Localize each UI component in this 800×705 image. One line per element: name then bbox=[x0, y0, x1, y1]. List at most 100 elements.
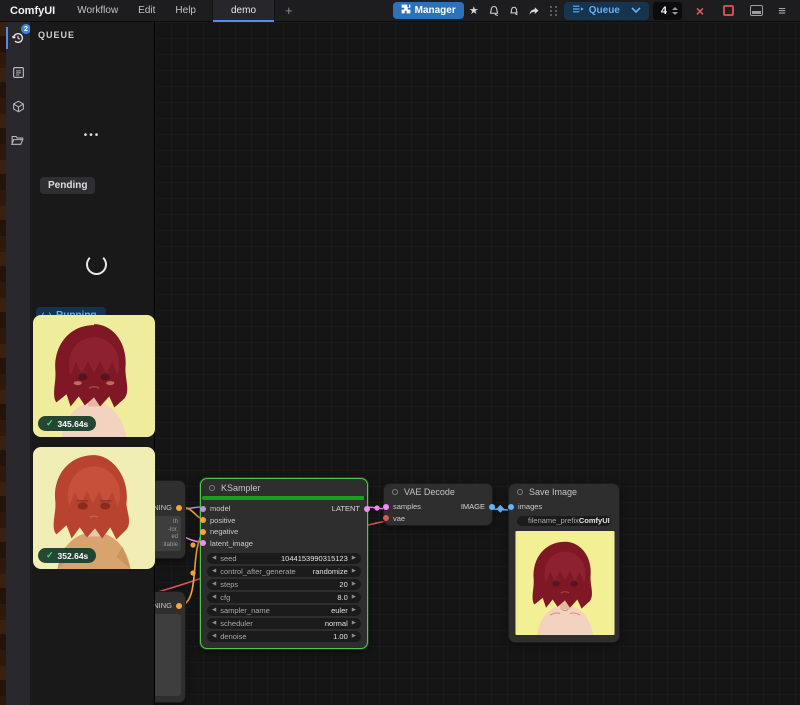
node-graph-canvas[interactable]: NNING th -lor, ed :itable NNING KSampler bbox=[155, 22, 800, 705]
increment-arrow-icon[interactable]: ▶ bbox=[352, 568, 356, 574]
sidebar-item-workflows[interactable] bbox=[6, 128, 30, 152]
check-icon: ✓ bbox=[46, 550, 54, 561]
increment-arrow-icon[interactable]: ▶ bbox=[352, 555, 356, 561]
menu-help[interactable]: Help bbox=[165, 5, 206, 16]
widget-steps[interactable]: ◀ steps 20 ▶ bbox=[207, 579, 361, 590]
widget-seed[interactable]: ◀ seed 1044153990315123 ▶ bbox=[207, 553, 361, 564]
decrement-arrow-icon[interactable]: ◀ bbox=[212, 633, 216, 639]
toolbar-drag-handle-icon[interactable] bbox=[550, 6, 558, 16]
decrement-arrow-icon[interactable]: ◀ bbox=[212, 594, 216, 600]
widget-sampler-name[interactable]: ◀ sampler_name euler ▶ bbox=[207, 605, 361, 616]
increment-arrow-icon[interactable]: ▶ bbox=[352, 594, 356, 600]
prompt-textarea[interactable] bbox=[155, 614, 181, 696]
collapse-dot-icon[interactable] bbox=[209, 485, 215, 491]
decrement-arrow-icon[interactable]: ◀ bbox=[212, 581, 216, 587]
sidebar-item-model-library[interactable] bbox=[6, 94, 30, 118]
saved-image-preview[interactable] bbox=[515, 531, 615, 635]
conditioning-output-slot[interactable] bbox=[176, 603, 182, 609]
hamburger-menu-button[interactable]: ≡ bbox=[772, 2, 792, 19]
latent-input-slot[interactable] bbox=[200, 540, 206, 546]
queue-button-label: Queue bbox=[589, 5, 620, 16]
save-image-header[interactable]: Save Image bbox=[509, 484, 619, 500]
clip-text-encode-node-partial[interactable]: NNING bbox=[155, 591, 186, 703]
puzzle-icon bbox=[401, 4, 411, 17]
model-input-slot[interactable] bbox=[200, 506, 206, 512]
increment-arrow-icon[interactable]: ▶ bbox=[352, 607, 356, 613]
bell-outline-icon[interactable] bbox=[504, 2, 524, 19]
ksampler-header[interactable]: KSampler bbox=[201, 479, 367, 496]
ksampler-node[interactable]: KSampler model positive negative bbox=[200, 478, 368, 649]
chevron-down-icon[interactable] bbox=[631, 5, 641, 16]
collapse-dot-icon[interactable] bbox=[392, 489, 398, 495]
clip-text-encode-node-partial[interactable]: NNING th -lor, ed :itable bbox=[155, 480, 186, 559]
increment-arrow-icon[interactable]: ▶ bbox=[352, 581, 356, 587]
input-negative[interactable]: negative bbox=[203, 526, 367, 538]
loading-spinner bbox=[86, 254, 107, 275]
link-midpoint-dot bbox=[190, 542, 195, 547]
conditioning-output-slot[interactable] bbox=[176, 505, 182, 511]
queue-result-item[interactable]: ✓ 352.64s bbox=[33, 447, 155, 569]
app-logo: ComfyUI bbox=[0, 5, 67, 17]
manager-label: Manager bbox=[415, 5, 456, 16]
clear-queue-button[interactable]: × bbox=[690, 2, 710, 19]
positive-input-slot[interactable] bbox=[200, 517, 206, 523]
manager-button[interactable]: Manager bbox=[393, 2, 464, 19]
vae-decode-node[interactable]: VAE Decode samples vae IMAGE bbox=[383, 483, 493, 526]
bottom-panel-toggle[interactable] bbox=[746, 2, 766, 19]
decrement-arrow-icon[interactable]: ◀ bbox=[212, 607, 216, 613]
widget-cfg[interactable]: ◀ cfg 8.0 ▶ bbox=[207, 592, 361, 603]
sidebar-item-node-library[interactable] bbox=[6, 60, 30, 84]
queue-list-icon bbox=[572, 4, 584, 17]
duration-badge: ✓ 352.64s bbox=[38, 548, 96, 563]
input-positive[interactable]: positive bbox=[203, 515, 367, 527]
workflow-tabstrip: demo + bbox=[212, 0, 303, 22]
bell-icon[interactable] bbox=[484, 2, 504, 19]
increment-arrow-icon[interactable]: ▶ bbox=[352, 620, 356, 626]
duration-text: 345.64s bbox=[58, 419, 89, 429]
queue-run-button[interactable]: Queue bbox=[564, 2, 649, 20]
new-workflow-button[interactable]: + bbox=[275, 0, 303, 22]
latent-output-slot[interactable] bbox=[364, 506, 370, 512]
queue-result-item[interactable]: ✓ 345.64s bbox=[33, 315, 155, 437]
output-image[interactable]: IMAGE bbox=[461, 501, 492, 513]
vae-input-slot[interactable] bbox=[383, 515, 389, 521]
link-midpoint-dot bbox=[190, 570, 195, 575]
save-image-node[interactable]: Save Image images filename_prefix ComfyU… bbox=[508, 483, 620, 643]
star-icon[interactable]: ★ bbox=[464, 2, 484, 19]
negative-input-slot[interactable] bbox=[200, 529, 206, 535]
batch-count-value: 4 bbox=[661, 5, 667, 17]
top-menubar: ComfyUI Workflow Edit Help demo + Manage… bbox=[0, 0, 800, 22]
node-title: Save Image bbox=[529, 487, 577, 497]
stepper-arrows-icon[interactable] bbox=[672, 7, 678, 15]
vae-decode-header[interactable]: VAE Decode bbox=[384, 484, 492, 500]
image-output-slot[interactable] bbox=[489, 504, 495, 510]
share-arrow-icon[interactable] bbox=[524, 2, 544, 19]
increment-arrow-icon[interactable]: ▶ bbox=[352, 633, 356, 639]
input-latent-image[interactable]: latent_image bbox=[203, 538, 367, 550]
decrement-arrow-icon[interactable]: ◀ bbox=[212, 568, 216, 574]
widget-denoise[interactable]: ◀ denoise 1.00 ▶ bbox=[207, 631, 361, 642]
sidebar-item-queue[interactable]: 2 bbox=[6, 26, 30, 50]
input-images[interactable]: images bbox=[511, 501, 619, 513]
widget-scheduler[interactable]: ◀ scheduler normal ▶ bbox=[207, 618, 361, 629]
widget-filename-prefix[interactable]: filename_prefix ComfyUI bbox=[517, 516, 611, 527]
link-midpoint-diamond bbox=[496, 505, 504, 513]
queue-overflow-dots[interactable]: ••• bbox=[30, 130, 154, 141]
decrement-arrow-icon[interactable]: ◀ bbox=[212, 555, 216, 561]
collapse-dot-icon[interactable] bbox=[517, 489, 523, 495]
conditioning-output-label: NNING bbox=[155, 601, 172, 610]
samples-input-slot[interactable] bbox=[383, 504, 389, 510]
decrement-arrow-icon[interactable]: ◀ bbox=[212, 620, 216, 626]
menu-edit[interactable]: Edit bbox=[128, 5, 165, 16]
output-latent[interactable]: LATENT bbox=[332, 503, 367, 515]
widget-control-after-generate[interactable]: ◀ control_after_generate randomize ▶ bbox=[207, 566, 361, 577]
prompt-textarea[interactable]: th -lor, ed :itable bbox=[155, 516, 181, 551]
images-input-slot[interactable] bbox=[508, 504, 514, 510]
menu-workflow[interactable]: Workflow bbox=[67, 5, 128, 16]
tab-demo[interactable]: demo bbox=[212, 0, 275, 22]
stop-button[interactable] bbox=[718, 2, 738, 19]
input-vae[interactable]: vae bbox=[386, 513, 492, 525]
batch-count-stepper[interactable]: 4 bbox=[653, 2, 682, 20]
tab-demo-label: demo bbox=[231, 5, 256, 16]
duration-text: 352.64s bbox=[58, 551, 89, 561]
